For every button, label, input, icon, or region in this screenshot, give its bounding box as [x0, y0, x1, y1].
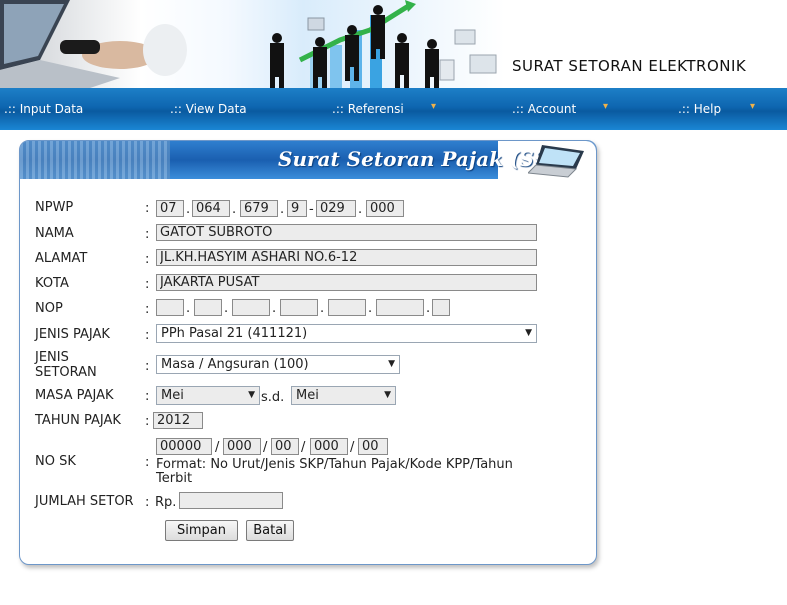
- separator: .: [358, 202, 363, 217]
- separator: .: [426, 301, 431, 316]
- nop-field-6[interactable]: [376, 299, 424, 316]
- ssp-form-panel: Surat Setoran Pajak (SSP) NPWP : . . . -…: [19, 140, 597, 565]
- jumlah-setor-label: JUMLAH SETOR: [35, 494, 134, 509]
- separator: /: [263, 440, 268, 455]
- no-sk-jenis-field[interactable]: [223, 438, 261, 455]
- panel-header: Surat Setoran Pajak (SSP): [20, 141, 596, 179]
- tahun-pajak-field[interactable]: [153, 412, 203, 429]
- menu-item-input-data[interactable]: .:: Input Data: [4, 102, 83, 116]
- laptop-icon: [528, 145, 584, 178]
- colon: :: [145, 414, 150, 429]
- jenis-setoran-select[interactable]: Masa / Angsuran (100) ▼: [156, 355, 400, 374]
- kota-label: KOTA: [35, 276, 69, 291]
- save-button[interactable]: Simpan: [165, 520, 238, 541]
- separator: .: [368, 301, 373, 316]
- app-title: SURAT SETORAN ELEKTRONIK: [512, 57, 747, 75]
- main-menu-bar: .:: Input Data .:: View Data .:: Referen…: [0, 88, 787, 130]
- jenis-setoran-label-line2: SETORAN: [35, 365, 97, 380]
- colon: :: [145, 359, 150, 374]
- alamat-label: ALAMAT: [35, 251, 88, 266]
- chevron-down-icon[interactable]: ▾: [431, 101, 436, 112]
- npwp-field-6[interactable]: [366, 200, 404, 217]
- nop-field-5[interactable]: [328, 299, 366, 316]
- currency-label: Rp.: [155, 495, 177, 510]
- nop-field-7[interactable]: [432, 299, 450, 316]
- no-sk-terbit-field[interactable]: [358, 438, 388, 455]
- no-sk-format-line2: Terbit: [156, 471, 193, 486]
- separator: /: [301, 440, 306, 455]
- no-sk-format-line1: Format: No Urut/Jenis SKP/Tahun Pajak/Ko…: [156, 457, 513, 472]
- header-illustration: [0, 0, 505, 88]
- chevron-down-icon[interactable]: ▾: [603, 101, 608, 112]
- nama-field[interactable]: [156, 224, 537, 241]
- jenis-setoran-value: Masa / Angsuran (100): [161, 357, 309, 372]
- npwp-label: NPWP: [35, 200, 74, 215]
- colon: :: [145, 201, 150, 216]
- business-illustration-icon: [0, 0, 497, 88]
- nop-label: NOP: [35, 301, 63, 316]
- header-banner: SURAT SETORAN ELEKTRONIK: [0, 0, 787, 88]
- jenis-setoran-label-line1: JENIS: [35, 350, 69, 365]
- nop-field-2[interactable]: [194, 299, 222, 316]
- separator: .: [186, 301, 191, 316]
- masa-pajak-sd: s.d.: [261, 390, 285, 405]
- masa-pajak-from-select[interactable]: Mei ▼: [156, 386, 260, 405]
- colon: :: [145, 495, 150, 510]
- no-sk-label: NO SK: [35, 454, 76, 469]
- building-graphic-icon: [20, 141, 170, 179]
- npwp-field-3[interactable]: [240, 200, 278, 217]
- separator: /: [350, 440, 355, 455]
- colon: :: [145, 277, 150, 292]
- chevron-down-icon[interactable]: ▼: [248, 387, 255, 404]
- separator: -: [309, 202, 314, 217]
- tahun-pajak-label: TAHUN PAJAK: [35, 413, 121, 428]
- jenis-pajak-value: PPh Pasal 21 (411121): [161, 326, 308, 341]
- menu-item-referensi[interactable]: .:: Referensi: [332, 102, 404, 116]
- separator: .: [224, 301, 229, 316]
- chevron-down-icon[interactable]: ▼: [384, 387, 391, 404]
- separator: /: [215, 440, 220, 455]
- masa-pajak-from-value: Mei: [161, 388, 184, 403]
- no-sk-urut-field[interactable]: [156, 438, 212, 455]
- nop-field-1[interactable]: [156, 299, 184, 316]
- separator: .: [280, 202, 285, 217]
- chevron-down-icon[interactable]: ▼: [388, 356, 395, 373]
- masa-pajak-label: MASA PAJAK: [35, 388, 114, 403]
- jenis-pajak-select[interactable]: PPh Pasal 21 (411121) ▼: [156, 324, 537, 343]
- menu-item-help[interactable]: .:: Help: [678, 102, 721, 116]
- colon: :: [145, 302, 150, 317]
- separator: .: [320, 301, 325, 316]
- jenis-pajak-label: JENIS PAJAK: [35, 327, 110, 342]
- jumlah-setor-field[interactable]: [179, 492, 283, 509]
- colon: :: [145, 328, 150, 343]
- kota-field[interactable]: [156, 274, 537, 291]
- cancel-button[interactable]: Batal: [246, 520, 294, 541]
- npwp-field-1[interactable]: [156, 200, 184, 217]
- chevron-down-icon[interactable]: ▾: [750, 101, 755, 112]
- masa-pajak-to-value: Mei: [296, 388, 319, 403]
- separator: .: [186, 202, 191, 217]
- nop-field-3[interactable]: [232, 299, 270, 316]
- no-sk-tahun-field[interactable]: [271, 438, 299, 455]
- separator: .: [272, 301, 277, 316]
- nama-label: NAMA: [35, 226, 74, 241]
- colon: :: [145, 455, 150, 470]
- no-sk-kpp-field[interactable]: [310, 438, 348, 455]
- colon: :: [145, 389, 150, 404]
- separator: .: [232, 202, 237, 217]
- chevron-down-icon[interactable]: ▼: [525, 325, 532, 342]
- npwp-field-5[interactable]: [316, 200, 356, 217]
- masa-pajak-to-select[interactable]: Mei ▼: [291, 386, 396, 405]
- menu-item-view-data[interactable]: .:: View Data: [170, 102, 247, 116]
- npwp-field-4[interactable]: [287, 200, 307, 217]
- colon: :: [145, 252, 150, 267]
- npwp-field-2[interactable]: [192, 200, 230, 217]
- nop-field-4[interactable]: [280, 299, 318, 316]
- colon: :: [145, 227, 150, 242]
- menu-item-account[interactable]: .:: Account: [512, 102, 576, 116]
- alamat-field[interactable]: [156, 249, 537, 266]
